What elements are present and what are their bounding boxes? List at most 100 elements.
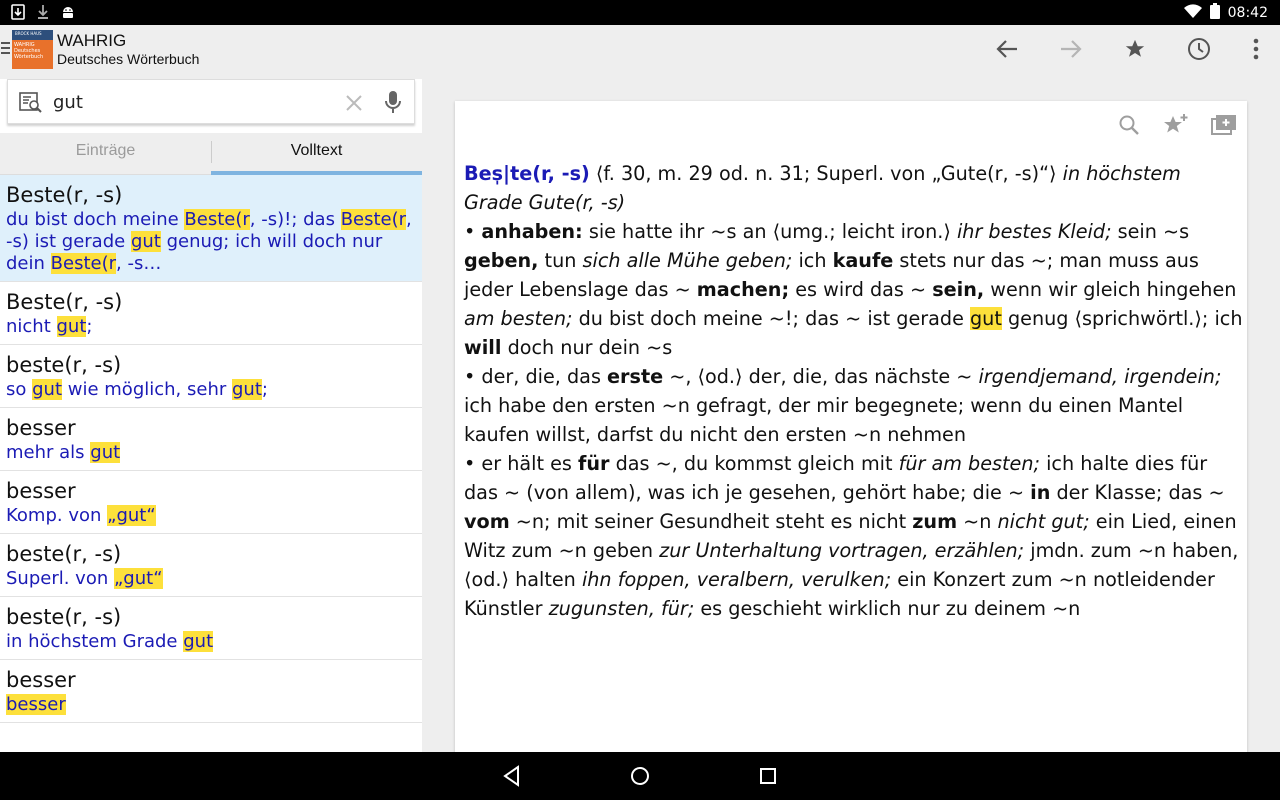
highlight-match: „gut“ [113, 568, 163, 589]
snippet-text: wie möglich, sehr [62, 379, 232, 400]
entry-text: • der, die, das [464, 365, 608, 388]
result-snippet: mehr als gut [6, 442, 416, 470]
highlight-match: Beste(r [340, 209, 407, 230]
results-list: Beste(r, -s) du bist doch meine Beste(r, … [0, 175, 422, 752]
result-headword: besser [6, 416, 76, 440]
favorites-button[interactable] [1121, 35, 1149, 63]
result-item[interactable]: beste(r, -s) in höchstem Grade gut [0, 597, 422, 660]
entry-meaning: für am besten; [898, 452, 1040, 475]
entry-text: du bist doch meine ~!; das ~ ist gerade [572, 307, 970, 330]
result-item[interactable]: besser besser [0, 660, 422, 723]
entry-meaning: am besten; [464, 307, 573, 330]
entry-text: wenn wir gleich hingehen [984, 278, 1237, 301]
system-nav-bar [0, 752, 1280, 800]
download-done-icon [35, 4, 51, 20]
logo-text: WAHRIG Deutsches Wörterbuch [14, 42, 44, 60]
entry-text: es geschieht wirklich nur zu deinem ~n [694, 597, 1081, 620]
snippet-text: so [6, 379, 33, 400]
overflow-menu-icon [1253, 38, 1259, 60]
overflow-menu-button[interactable] [1242, 35, 1270, 63]
android-icon [60, 4, 76, 20]
search-icon[interactable] [1117, 113, 1141, 137]
snippet-text: Superl. von [6, 568, 114, 589]
snippet-text: , -s)!; das [249, 209, 341, 230]
tab-volltext[interactable]: Volltext [211, 133, 422, 175]
history-button[interactable] [1185, 35, 1213, 63]
entry-text: ~n; mit seiner Gesundheit steht es nicht [509, 510, 913, 533]
entry-text: der Klasse; das ~ [1050, 481, 1225, 504]
highlight-match: Beste(r [184, 209, 250, 230]
highlight-match: gut [32, 379, 63, 400]
search-box [7, 79, 415, 124]
result-headword: besser [6, 479, 76, 503]
entry-text: tun [538, 249, 583, 272]
result-snippet: besser [6, 694, 416, 722]
highlight-match: besser [6, 694, 66, 715]
entry-meaning: nicht gut; [997, 510, 1090, 533]
entry-text: ~, ⟨od.⟩ der, die, das nächste ~ [663, 365, 979, 388]
app-logo: BROCK HAUS WAHRIG Deutsches Wörterbuch [12, 30, 53, 69]
entry-keyword: für [577, 452, 610, 475]
entry-meaning: ihr bestes Kleid; [956, 220, 1112, 243]
result-item[interactable]: Beste(r, -s) du bist doch meine Beste(r, … [0, 175, 422, 282]
entry-text: ich [792, 249, 833, 272]
entry-keyword: machen; [696, 278, 790, 301]
back-button[interactable] [993, 35, 1021, 63]
result-headword: Beste(r, -s) [6, 290, 123, 314]
history-icon [1188, 38, 1210, 60]
result-headword: beste(r, -s) [6, 353, 122, 377]
status-bar: 08:42 [0, 0, 1280, 25]
entry-keyword: will [464, 336, 502, 359]
entry-lemma: Bes̩|te(r, -s) [464, 162, 590, 185]
entry-text: sie hatte ihr ~s an ⟨umg.; leicht iron.⟩ [582, 220, 957, 243]
forward-arrow-icon [1061, 40, 1082, 58]
entry-meaning: irgendjemand, irgendein; [978, 365, 1222, 388]
entry-body: ⟨f. 30, m. 29 od. n. 31; Superl. von „Gu… [464, 162, 1243, 620]
result-snippet: in höchstem Grade gut [6, 631, 416, 659]
entry-keyword: kaufe [832, 249, 894, 272]
search-mode-icon[interactable] [19, 91, 43, 115]
card-actions [1117, 113, 1237, 137]
entry-text: ⟨f. 30, m. 29 od. n. 31; Superl. von „Gu… [589, 162, 1063, 185]
add-favorite-icon[interactable] [1163, 113, 1189, 137]
entry-text: es wird das ~ [789, 278, 933, 301]
entry-keyword: in [1030, 481, 1051, 504]
result-item[interactable]: besser mehr als gut [0, 408, 422, 471]
result-snippet: so gut wie möglich, sehr gut; [6, 379, 416, 407]
back-arrow-icon [996, 40, 1017, 58]
entry-text: ~n [957, 510, 998, 533]
result-item[interactable]: beste(r, -s) so gut wie möglich, sehr gut… [0, 345, 422, 408]
microphone-icon[interactable] [384, 90, 402, 116]
snippet-text: , -s… [116, 253, 162, 274]
home-circle-icon[interactable] [628, 764, 652, 788]
recents-square-icon[interactable] [756, 764, 780, 788]
snippet-text: ; [86, 316, 93, 337]
forward-button[interactable] [1057, 35, 1085, 63]
highlight-match: gut [90, 442, 121, 463]
highlight-match: gut [183, 631, 214, 652]
drawer-menu-icon[interactable] [1, 42, 10, 56]
app-title-block: WAHRIG Deutsches Wörterbuch [57, 31, 199, 67]
entry-keyword: sein, [932, 278, 985, 301]
search-input[interactable] [53, 90, 323, 114]
new-window-icon[interactable] [1211, 113, 1237, 135]
entry-text: doch nur dein ~s [501, 336, 673, 359]
tab-eintraege[interactable]: Einträge [0, 133, 211, 175]
result-item[interactable]: beste(r, -s) Superl. von „gut“ [0, 534, 422, 597]
entry-pane: Bes̩|te(r, -s) ⟨f. 30, m. 29 od. n. 31; … [422, 79, 1280, 761]
entry-text: sein ~s [1111, 220, 1190, 243]
highlight-match: gut [969, 307, 1002, 330]
result-item[interactable]: Beste(r, -s) nicht gut; [0, 282, 422, 345]
highlight-match: Beste(r [50, 253, 116, 274]
snippet-text: in höchstem Grade [6, 631, 184, 652]
result-headword: beste(r, -s) [6, 605, 122, 629]
entry-text: • er hält es [464, 452, 578, 475]
result-headword: besser [6, 668, 76, 692]
download-icon [10, 4, 26, 20]
result-item[interactable]: besser Komp. von „gut“ [0, 471, 422, 534]
snippet-text: du bist doch meine [6, 209, 185, 230]
entry-meaning: sich alle Mühe geben; [582, 249, 793, 272]
snippet-text: ; [261, 379, 268, 400]
clear-icon[interactable] [345, 94, 363, 112]
back-triangle-icon[interactable] [500, 764, 524, 788]
